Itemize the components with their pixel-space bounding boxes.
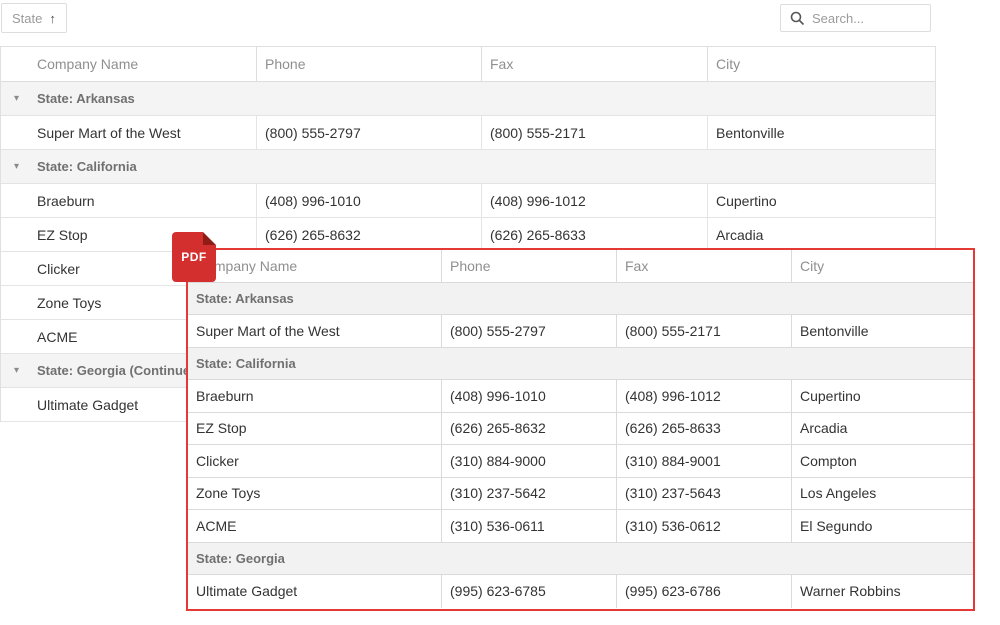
cell-city: Cupertino <box>792 380 973 412</box>
group-row-state-california: State: California <box>188 348 973 381</box>
cell-phone: (408) 996-1010 <box>442 380 617 412</box>
group-row-state-georgia: State: Georgia <box>188 543 973 576</box>
pdf-export-preview: Company NamePhoneFaxCity State: Arkansas S… <box>186 248 975 611</box>
group-row-label: State: Arkansas <box>188 291 294 306</box>
cell-company-name: Super Mart of the West <box>188 315 442 347</box>
data-row-ez-stop: EZ Stop(626) 265-8632(626) 265-8633Arcad… <box>188 413 973 446</box>
header-row: Company NamePhoneFaxCity <box>1 47 935 82</box>
cell-city: Arcadia <box>792 413 973 445</box>
cell-company-name: Zone Toys <box>188 478 442 510</box>
cell-city: Cupertino <box>708 184 935 217</box>
header-row: Company NamePhoneFaxCity <box>188 250 973 283</box>
cell-phone: (626) 265-8632 <box>442 413 617 445</box>
cell-phone: (310) 884-9000 <box>442 445 617 477</box>
cell-city: Bentonville <box>792 315 973 347</box>
group-row-label: State: California <box>188 356 296 371</box>
pdf-preview-grid: Company NamePhoneFaxCity State: Arkansas S… <box>188 250 973 608</box>
column-header-phone: Phone <box>442 250 617 282</box>
cell-fax: (626) 265-8633 <box>482 218 708 251</box>
data-row-braeburn: Braeburn(408) 996-1010(408) 996-1012Cupe… <box>188 380 973 413</box>
group-row-state-arkansas: State: Arkansas <box>188 283 973 316</box>
column-header-company-name[interactable]: Company Name <box>1 47 257 81</box>
sort-ascending-icon: ↑ <box>49 11 56 26</box>
cell-phone: (800) 555-2797 <box>257 116 482 149</box>
group-field-label: State <box>12 11 42 26</box>
cell-company-name: EZ Stop <box>1 218 257 251</box>
column-header-phone[interactable]: Phone <box>257 47 482 81</box>
cell-phone: (310) 536-0611 <box>442 510 617 542</box>
column-header-company-name: Company Name <box>188 250 442 282</box>
pdf-file-icon: PDF <box>172 232 216 282</box>
cell-company-name: EZ Stop <box>188 413 442 445</box>
cell-fax: (800) 555-2171 <box>482 116 708 149</box>
chevron-down-icon[interactable]: ▾ <box>1 365 37 376</box>
chevron-down-icon[interactable]: ▾ <box>1 161 37 172</box>
cell-fax: (310) 237-5643 <box>617 478 792 510</box>
cell-company-name: Ultimate Gadget <box>188 575 442 608</box>
group-row-label: State: Georgia <box>188 551 285 566</box>
cell-city: Los Angeles <box>792 478 973 510</box>
cell-phone: (408) 996-1010 <box>257 184 482 217</box>
cell-fax: (408) 996-1012 <box>617 380 792 412</box>
data-row-super-mart-of-the-west: Super Mart of the West(800) 555-2797(800… <box>188 315 973 348</box>
data-row-zone-toys: Zone Toys(310) 237-5642(310) 237-5643Los… <box>188 478 973 511</box>
data-row-ez-stop[interactable]: EZ Stop(626) 265-8632(626) 265-8633Arcad… <box>1 218 935 252</box>
group-row-label: State: Arkansas <box>37 91 135 106</box>
cell-company-name: ACME <box>188 510 442 542</box>
chevron-down-icon[interactable]: ▾ <box>1 93 37 104</box>
pdf-icon-label: PDF <box>181 250 207 264</box>
cell-company-name: Super Mart of the West <box>1 116 257 149</box>
data-row-super-mart-of-the-west[interactable]: Super Mart of the West(800) 555-2797(800… <box>1 116 935 150</box>
cell-fax: (626) 265-8633 <box>617 413 792 445</box>
column-header-city[interactable]: City <box>708 47 935 81</box>
cell-phone: (800) 555-2797 <box>442 315 617 347</box>
cell-city: Compton <box>792 445 973 477</box>
cell-company-name: Clicker <box>188 445 442 477</box>
cell-fax: (310) 884-9001 <box>617 445 792 477</box>
group-panel-chip-state[interactable]: State ↑ <box>1 3 67 33</box>
data-row-clicker: Clicker(310) 884-9000(310) 884-9001Compt… <box>188 445 973 478</box>
search-box[interactable] <box>780 4 931 32</box>
cell-company-name: Braeburn <box>1 184 257 217</box>
cell-phone: (995) 623-6785 <box>442 575 617 608</box>
data-row-braeburn[interactable]: Braeburn(408) 996-1010(408) 996-1012Cupe… <box>1 184 935 218</box>
group-row-state-arkansas[interactable]: ▾State: Arkansas <box>1 82 935 116</box>
cell-fax: (995) 623-6786 <box>617 575 792 608</box>
cell-fax: (310) 536-0612 <box>617 510 792 542</box>
cell-city: El Segundo <box>792 510 973 542</box>
cell-city: Bentonville <box>708 116 935 149</box>
cell-fax: (408) 996-1012 <box>482 184 708 217</box>
search-icon <box>789 10 805 26</box>
group-row-state-california[interactable]: ▾State: California <box>1 150 935 184</box>
data-row-acme: ACME(310) 536-0611(310) 536-0612El Segun… <box>188 510 973 543</box>
cell-fax: (800) 555-2171 <box>617 315 792 347</box>
search-input[interactable] <box>812 11 922 26</box>
column-header-fax: Fax <box>617 250 792 282</box>
cell-city: Warner Robbins <box>792 575 973 608</box>
cell-phone: (626) 265-8632 <box>257 218 482 251</box>
data-row-ultimate-gadget: Ultimate Gadget(995) 623-6785(995) 623-6… <box>188 575 973 608</box>
cell-phone: (310) 237-5642 <box>442 478 617 510</box>
group-row-label: State: California <box>37 159 137 174</box>
cell-company-name: Braeburn <box>188 380 442 412</box>
cell-city: Arcadia <box>708 218 935 251</box>
column-header-city: City <box>792 250 973 282</box>
column-header-fax[interactable]: Fax <box>482 47 708 81</box>
